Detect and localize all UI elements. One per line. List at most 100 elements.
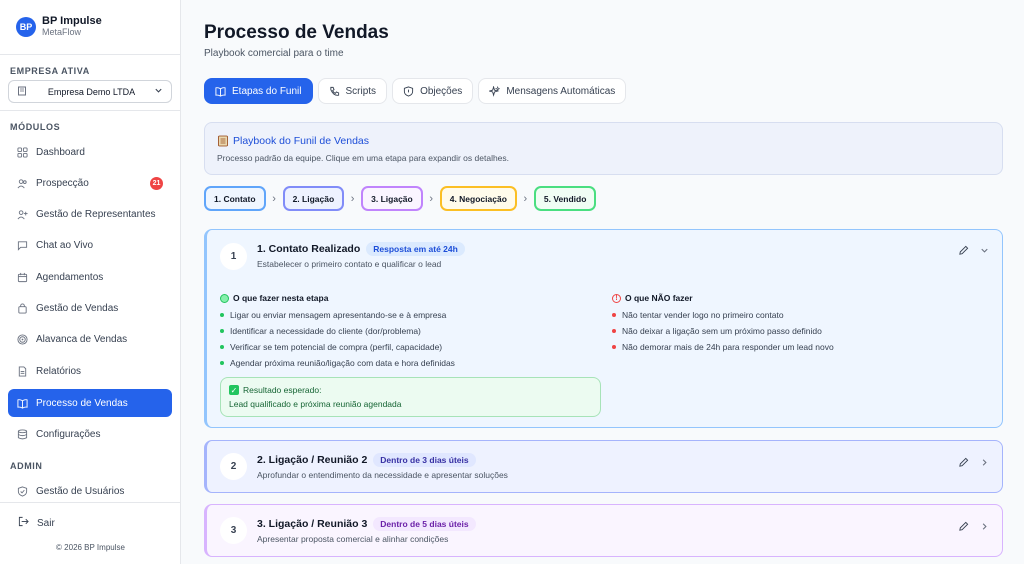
chevron-right-icon[interactable] bbox=[979, 457, 990, 468]
user-plus-icon bbox=[16, 208, 28, 220]
building-icon bbox=[17, 86, 29, 98]
expected-result-title: Resultado esperado: bbox=[243, 385, 322, 395]
book-icon bbox=[215, 86, 226, 97]
stage-description: Aprofundar o entendimento da necessidade… bbox=[257, 470, 508, 480]
sidebar-item-agendamentos[interactable]: Agendamentos bbox=[8, 263, 172, 291]
sidebar-divider bbox=[0, 502, 181, 503]
stage-deadline-badge: Resposta em até 24h bbox=[366, 242, 465, 256]
sidebar-item-processo-vendas[interactable]: Processo de Vendas bbox=[8, 389, 172, 417]
playbook-banner: Playbook do Funil de Vendas Processo pad… bbox=[204, 122, 1003, 175]
notification-badge: 21 bbox=[150, 177, 163, 190]
sidebar-item-label: Processo de Vendas bbox=[36, 397, 128, 409]
expected-result-heading: ✓ Resultado esperado: bbox=[229, 385, 592, 395]
tab-scripts[interactable]: Scripts bbox=[317, 78, 388, 104]
brand-subtitle: MetaFlow bbox=[42, 27, 82, 37]
tab-objecoes[interactable]: Objeções bbox=[392, 78, 474, 104]
stage-title: 3. Ligação / Reunião 3 bbox=[257, 518, 368, 530]
sidebar-item-label: Dashboard bbox=[36, 146, 85, 158]
admin-section-label: ADMIN bbox=[10, 461, 43, 471]
stage-title: 2. Ligação / Reunião 2 bbox=[257, 454, 368, 466]
tab-mensagens-automaticas[interactable]: Mensagens Automáticas bbox=[478, 78, 627, 104]
step-vendido[interactable]: 5. Vendido bbox=[533, 186, 597, 211]
copyright: © 2026 BP Impulse bbox=[56, 543, 125, 552]
stage-title: 1. Contato Realizado bbox=[257, 243, 361, 255]
sidebar-item-label: Alavanca de Vendas bbox=[36, 333, 128, 345]
company-select-value: Empresa Demo LTDA bbox=[47, 86, 136, 97]
sidebar-item-prospeccao[interactable]: Prospecção 21 bbox=[8, 169, 172, 197]
stage-card-ligacao-2[interactable]: 2 2. Ligação / Reunião 2 Dentro de 3 dia… bbox=[204, 440, 1003, 493]
users-icon bbox=[16, 177, 28, 189]
stage-card-ligacao-3[interactable]: 3 3. Ligação / Reunião 3 Dentro de 5 dia… bbox=[204, 504, 1003, 557]
database-icon bbox=[16, 428, 28, 440]
stage-actions bbox=[958, 457, 990, 468]
sidebar-item-gestao-vendas[interactable]: Gestão de Vendas bbox=[8, 294, 172, 322]
sidebar-item-label: Configurações bbox=[36, 428, 101, 440]
bag-icon bbox=[16, 302, 28, 314]
brand-name: BP Impulse bbox=[42, 15, 102, 27]
sidebar-item-representantes[interactable]: Gestão de Representantes bbox=[8, 200, 172, 228]
chevron-down-icon bbox=[154, 86, 163, 97]
do-item: Ligar ou enviar mensagem apresentando-se… bbox=[220, 310, 446, 320]
step-ligacao-3[interactable]: 3. Ligação bbox=[361, 186, 423, 211]
stage-number: 3 bbox=[220, 517, 247, 544]
tab-label: Objeções bbox=[420, 85, 463, 97]
pencil-icon[interactable] bbox=[958, 457, 969, 468]
dont-title: O que NÃO fazer bbox=[625, 293, 693, 303]
page-title: Processo de Vendas bbox=[204, 22, 389, 43]
chevron-right-icon: › bbox=[272, 192, 276, 205]
stage-title-row: 3. Ligação / Reunião 3 Dentro de 5 dias … bbox=[257, 517, 476, 531]
company-select[interactable]: Empresa Demo LTDA bbox=[8, 80, 172, 103]
dont-item-text: Não demorar mais de 24h para responder u… bbox=[622, 342, 834, 352]
pencil-icon[interactable] bbox=[958, 521, 969, 532]
check-icon: ✓ bbox=[229, 385, 239, 395]
stage-deadline-badge: Dentro de 5 dias úteis bbox=[373, 517, 476, 531]
sidebar-item-configuracoes[interactable]: Configurações bbox=[8, 420, 172, 448]
do-item: Agendar próxima reunião/ligação com data… bbox=[220, 358, 455, 368]
modules-section-label: MÓDULOS bbox=[10, 122, 61, 132]
shield-icon bbox=[403, 85, 414, 97]
sidebar-item-label: Gestão de Vendas bbox=[36, 302, 119, 314]
step-contato[interactable]: 1. Contato bbox=[204, 186, 266, 211]
sidebar-item-label: Prospecção bbox=[36, 177, 89, 189]
do-item-text: Verificar se tem potencial de compra (pe… bbox=[230, 342, 443, 352]
brand[interactable]: BP BP Impulse MetaFlow bbox=[16, 15, 102, 38]
stage-description: Apresentar proposta comercial e alinhar … bbox=[257, 534, 449, 544]
playbook-title-row: Playbook do Funil de Vendas bbox=[217, 135, 369, 147]
logout-button[interactable]: Sair bbox=[18, 516, 55, 530]
do-item-text: Agendar próxima reunião/ligação com data… bbox=[230, 358, 455, 368]
stage-card-contato[interactable]: 1 1. Contato Realizado Resposta em até 2… bbox=[204, 229, 1003, 428]
chevron-right-icon[interactable] bbox=[979, 521, 990, 532]
step-negociacao[interactable]: 4. Negociação bbox=[439, 186, 517, 211]
tab-etapas-funil[interactable]: Etapas do Funil bbox=[204, 78, 313, 104]
sidebar-item-label: Gestão de Representantes bbox=[36, 208, 156, 220]
sidebar-item-relatorios[interactable]: Relatórios bbox=[8, 357, 172, 385]
dont-heading: ! O que NÃO fazer bbox=[612, 293, 693, 303]
sidebar-item-label: Chat ao Vivo bbox=[36, 239, 94, 251]
chevron-right-icon: › bbox=[523, 192, 528, 205]
sidebar-item-alavanca[interactable]: Alavanca de Vendas bbox=[8, 325, 172, 353]
sidebar-item-chat[interactable]: Chat ao Vivo bbox=[8, 231, 172, 259]
stage-number: 2 bbox=[220, 453, 247, 480]
calendar-icon bbox=[16, 271, 28, 283]
step-ligacao-2[interactable]: 2. Ligação bbox=[282, 186, 345, 211]
sidebar-item-gestao-usuarios[interactable]: Gestão de Usuários bbox=[8, 477, 172, 505]
main-content: Processo de Vendas Playbook comercial pa… bbox=[181, 0, 1024, 564]
warning-icon: ! bbox=[612, 293, 621, 303]
funnel-steps: 1. Contato › 2. Ligação › 3. Ligação › 4… bbox=[204, 186, 597, 211]
chevron-down-icon[interactable] bbox=[979, 245, 990, 256]
stage-title-row: 1. Contato Realizado Resposta em até 24h bbox=[257, 242, 465, 256]
chevron-right-icon: › bbox=[350, 192, 355, 205]
book-icon bbox=[16, 397, 28, 409]
sidebar-item-label: Agendamentos bbox=[36, 271, 104, 283]
dont-item: Não tentar vender logo no primeiro conta… bbox=[612, 310, 784, 320]
dont-item-text: Não deixar a ligação sem um próximo pass… bbox=[622, 326, 822, 336]
sidebar: BP BP Impulse MetaFlow EMPRESA ATIVA Emp… bbox=[0, 0, 181, 564]
sidebar-divider bbox=[0, 54, 181, 55]
sidebar-item-label: Gestão de Usuários bbox=[36, 485, 125, 497]
company-section-label: EMPRESA ATIVA bbox=[10, 66, 90, 76]
pencil-icon[interactable] bbox=[958, 245, 969, 256]
do-item: Identificar a necessidade do cliente (do… bbox=[220, 326, 421, 336]
stage-title-row: 2. Ligação / Reunião 2 Dentro de 3 dias … bbox=[257, 453, 476, 467]
sidebar-item-dashboard[interactable]: Dashboard bbox=[8, 138, 172, 166]
expected-result-box: ✓ Resultado esperado: Lead qualificado e… bbox=[220, 377, 601, 417]
